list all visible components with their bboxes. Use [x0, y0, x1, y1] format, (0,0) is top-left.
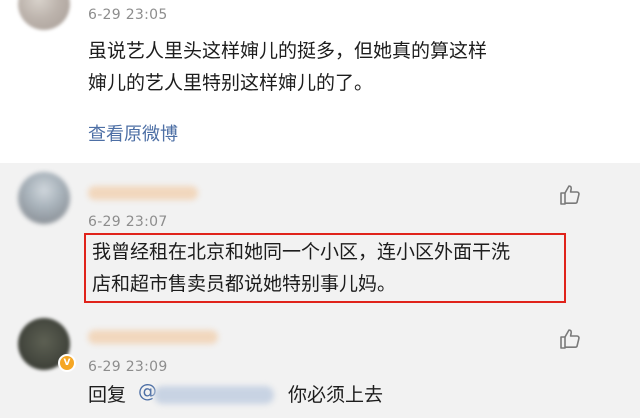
- comment-timestamp: 6-29 23:05: [88, 7, 168, 23]
- comment-timestamp: 6-29 23:09: [88, 359, 168, 375]
- comment-text: 虽说艺人里头这样婶儿的挺多，但她真的算这样 婶儿的艺人里特别这样婶儿的了。: [88, 35, 487, 99]
- avatar[interactable]: [18, 172, 70, 224]
- comment-text-line: 虽说艺人里头这样婶儿的挺多，但她真的算这样: [88, 40, 488, 62]
- highlight-box: [84, 233, 566, 303]
- reply-text: 你必须上去: [288, 384, 384, 406]
- verified-badge: V: [58, 354, 76, 372]
- username-blurred[interactable]: [88, 330, 218, 344]
- thumbs-up-icon[interactable]: [558, 327, 582, 351]
- comment-timestamp: 6-29 23:07: [88, 214, 168, 230]
- username-blurred[interactable]: [88, 186, 198, 200]
- mention-username-blurred[interactable]: [154, 386, 274, 404]
- comment-text-line: 婶儿的艺人里特别这样婶儿的了。: [88, 72, 374, 94]
- view-original-weibo-link[interactable]: 查看原微博: [88, 120, 178, 146]
- reply-prefix: 回复: [88, 384, 127, 406]
- thumbs-up-icon[interactable]: [558, 183, 582, 207]
